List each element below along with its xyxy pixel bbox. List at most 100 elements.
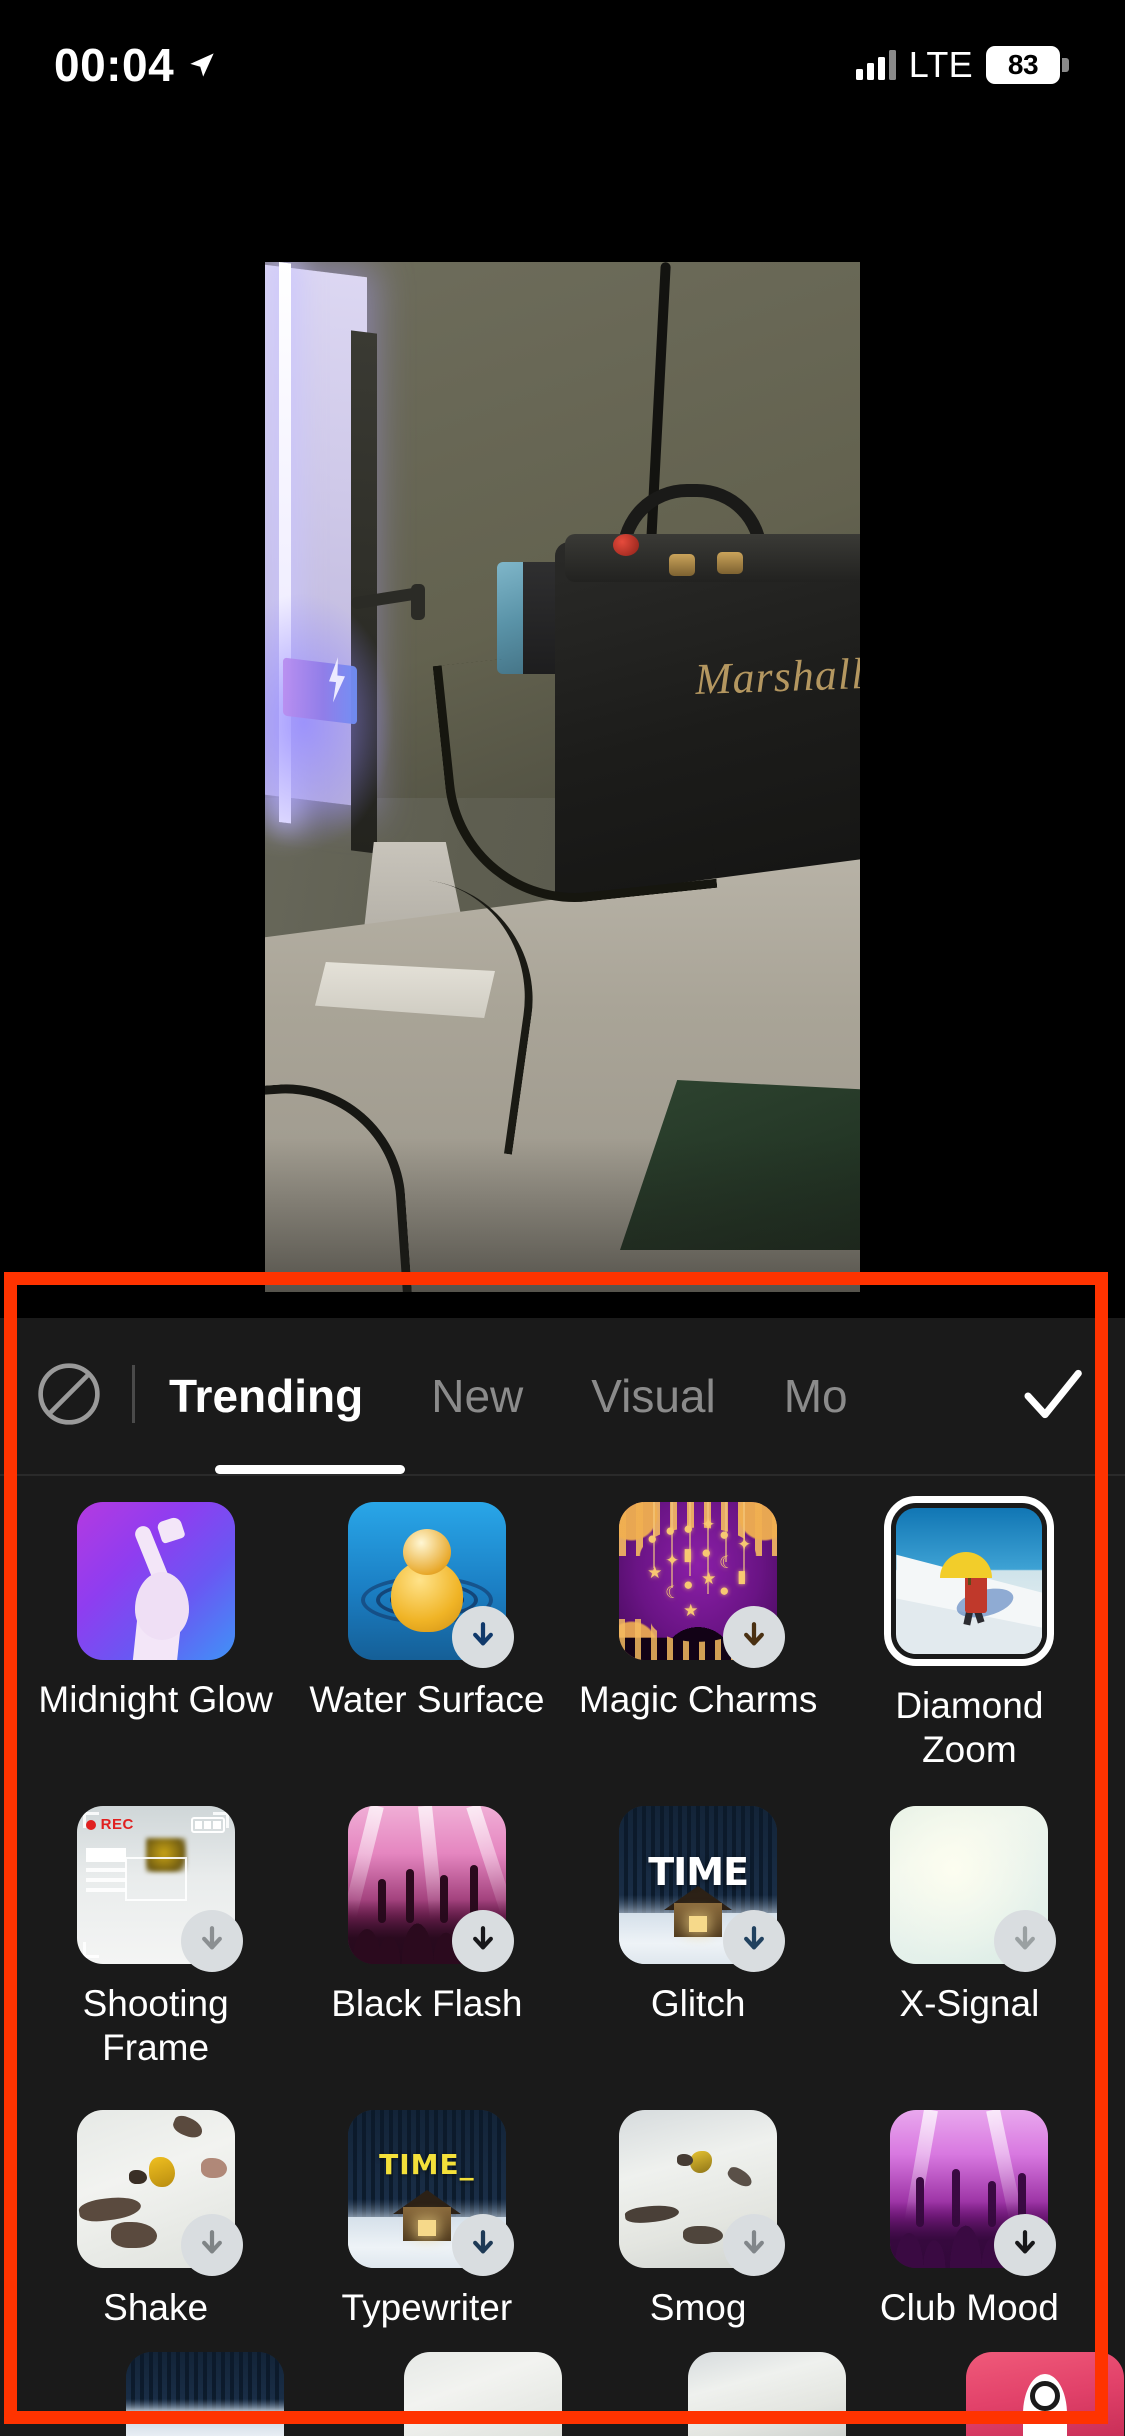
download-badge[interactable]: [451, 1910, 514, 1972]
tab-more[interactable]: Mo: [784, 1369, 848, 1419]
thumbnail-art-midnight-glow: [76, 1502, 235, 1660]
effect-thumbnail-wrap[interactable]: [76, 1502, 235, 1660]
effect-thumbnail-wrap-selected[interactable]: [884, 1496, 1055, 1666]
status-clock: 00:04: [54, 39, 175, 91]
effect-thumbnail-wrap[interactable]: [347, 1502, 514, 1668]
effect-thumbnail-wrap[interactable]: [619, 2110, 786, 2276]
effect-label: Club Mood: [879, 2287, 1059, 2328]
status-bar: 00:04 LTE 83: [0, 0, 1125, 130]
effect-item-partial[interactable]: [126, 2352, 284, 2436]
rec-label: REC: [100, 1816, 134, 1833]
effect-item-black-flash[interactable]: Black Flash: [291, 1784, 562, 2088]
effect-thumbnail-wrap[interactable]: [347, 1806, 514, 1972]
download-arrow-icon: [1015, 1926, 1036, 1950]
network-type-label: LTE: [908, 44, 973, 85]
download-arrow-icon: [472, 1622, 493, 1646]
download-badge[interactable]: [451, 2214, 514, 2276]
effect-item-midnight-glow[interactable]: Midnight Glow: [20, 1480, 291, 1784]
download-arrow-icon: [472, 1926, 493, 1950]
effect-thumbnail-wrap[interactable]: [890, 1806, 1057, 1972]
no-effect-icon: [38, 1363, 100, 1425]
status-bar-right: LTE 83: [855, 44, 1069, 86]
preview-floor-shadow: [265, 1137, 860, 1292]
thumbnail-art-diamond-zoom: [896, 1508, 1043, 1654]
effect-label: Diamond Zoom: [895, 1685, 1044, 1770]
download-badge[interactable]: [723, 1606, 786, 1668]
preview-screen-icons: [283, 657, 357, 725]
effect-thumbnail-wrap[interactable]: TIME_: [347, 2110, 514, 2276]
effect-item-magic-charms[interactable]: ● ★ ● ✦ ☾ ● ▮ ● ★ ✦ ● ★ ● ☾ ● ✦ ▮ Magic …: [563, 1480, 834, 1784]
download-badge[interactable]: [180, 1910, 243, 1972]
tab-visual[interactable]: Visual: [591, 1369, 715, 1419]
effect-item-shooting-frame[interactable]: REC Shooting Frame: [20, 1784, 291, 2088]
download-arrow-icon: [201, 2230, 222, 2254]
effect-item-water-surface[interactable]: Water Surface: [291, 1480, 562, 1784]
battery-cap: [1062, 58, 1069, 72]
effect-thumbnail-wrap[interactable]: ● ★ ● ✦ ☾ ● ▮ ● ★ ✦ ● ★ ● ☾ ● ✦ ▮: [619, 1502, 786, 1668]
effect-item-shake[interactable]: Shake: [20, 2088, 291, 2392]
effects-panel: Trending New Visual Mo Midnight Glow Wat…: [0, 1318, 1125, 2436]
effect-item-diamond-zoom[interactable]: Diamond Zoom: [834, 1480, 1105, 1784]
tab-list: Trending New Visual Mo: [169, 1318, 999, 1470]
video-preview[interactable]: Marshall: [265, 262, 860, 1292]
effect-label: Midnight Glow: [38, 1679, 273, 1720]
effect-item-partial[interactable]: [688, 2352, 846, 2436]
preview-door-handle-grip: [411, 584, 425, 620]
download-arrow-icon: [472, 2230, 493, 2254]
download-badge[interactable]: [994, 2214, 1057, 2276]
tab-trending[interactable]: Trending: [169, 1369, 363, 1419]
checkmark-icon: [1024, 1369, 1082, 1419]
effect-thumbnail-wrap[interactable]: [890, 2110, 1057, 2276]
battery-icon: 83: [986, 46, 1069, 84]
effects-grid: Midnight Glow Water Surface ● ★ ● ✦ ☾ ● …: [0, 1470, 1125, 2436]
download-arrow-icon: [1015, 2230, 1036, 2254]
active-tab-underline: [215, 1465, 405, 1474]
effect-item-glitch[interactable]: TIME Glitch: [563, 1784, 834, 2088]
confirm-button[interactable]: [1007, 1348, 1099, 1440]
download-badge[interactable]: [994, 1910, 1057, 1972]
effect-thumbnail-wrap[interactable]: REC: [76, 1806, 243, 1972]
effect-label: Smog: [649, 2287, 747, 2328]
effect-label: Magic Charms: [578, 1679, 818, 1720]
effect-label: Shooting Frame: [82, 1983, 229, 2068]
cellular-signal-icon: [855, 50, 896, 80]
effect-label: Glitch: [650, 1983, 746, 2024]
location-arrow-icon: [190, 53, 214, 77]
preview-speaker-power-button: [613, 534, 639, 556]
preview-speaker-top: [565, 534, 860, 582]
effect-thumbnail-wrap[interactable]: TIME: [619, 1806, 786, 1972]
download-badge[interactable]: [723, 2214, 786, 2276]
effect-label: X-Signal: [899, 1983, 1040, 2024]
effect-label: Typewriter: [341, 2287, 513, 2328]
tab-bar-separator: [0, 1474, 1125, 1476]
download-arrow-icon: [201, 1926, 222, 1950]
preview-speaker-knob: [669, 554, 695, 576]
download-badge[interactable]: [451, 1606, 514, 1668]
tab-new[interactable]: New: [431, 1369, 523, 1419]
no-effect-button[interactable]: [32, 1357, 106, 1431]
typewriter-overlay-text: TIME_: [379, 2148, 475, 2182]
effect-label: Shake: [103, 2287, 209, 2328]
effect-item-partial[interactable]: [966, 2352, 1124, 2436]
effect-thumbnail: [76, 1502, 235, 1660]
effect-item-typewriter[interactable]: TIME_ Typewriter: [291, 2088, 562, 2392]
battery-level-label: 83: [986, 46, 1060, 84]
download-arrow-icon: [744, 1926, 765, 1950]
effects-tab-bar: Trending New Visual Mo: [0, 1318, 1125, 1470]
tab-divider: [132, 1365, 135, 1423]
preview-speaker-brand-text: Marshall: [694, 649, 860, 705]
effect-item-smog[interactable]: Smog: [563, 2088, 834, 2392]
effect-item-partial[interactable]: [404, 2352, 562, 2436]
effect-thumbnail-wrap[interactable]: [76, 2110, 243, 2276]
download-badge[interactable]: [723, 1910, 786, 1972]
status-bar-left: 00:04: [54, 42, 216, 88]
effect-thumbnail: [896, 1508, 1043, 1654]
effect-item-club-mood[interactable]: Club Mood: [834, 2088, 1105, 2392]
effect-item-x-signal[interactable]: X-Signal: [834, 1784, 1105, 2088]
effect-label: Black Flash: [331, 1983, 523, 2024]
rec-dot-icon: [85, 1819, 96, 1830]
thumbnail-battery-icon: [190, 1817, 225, 1833]
glitch-overlay-text: TIME: [648, 1850, 749, 1895]
effect-label: Water Surface: [309, 1679, 545, 1720]
download-badge[interactable]: [180, 2214, 243, 2276]
